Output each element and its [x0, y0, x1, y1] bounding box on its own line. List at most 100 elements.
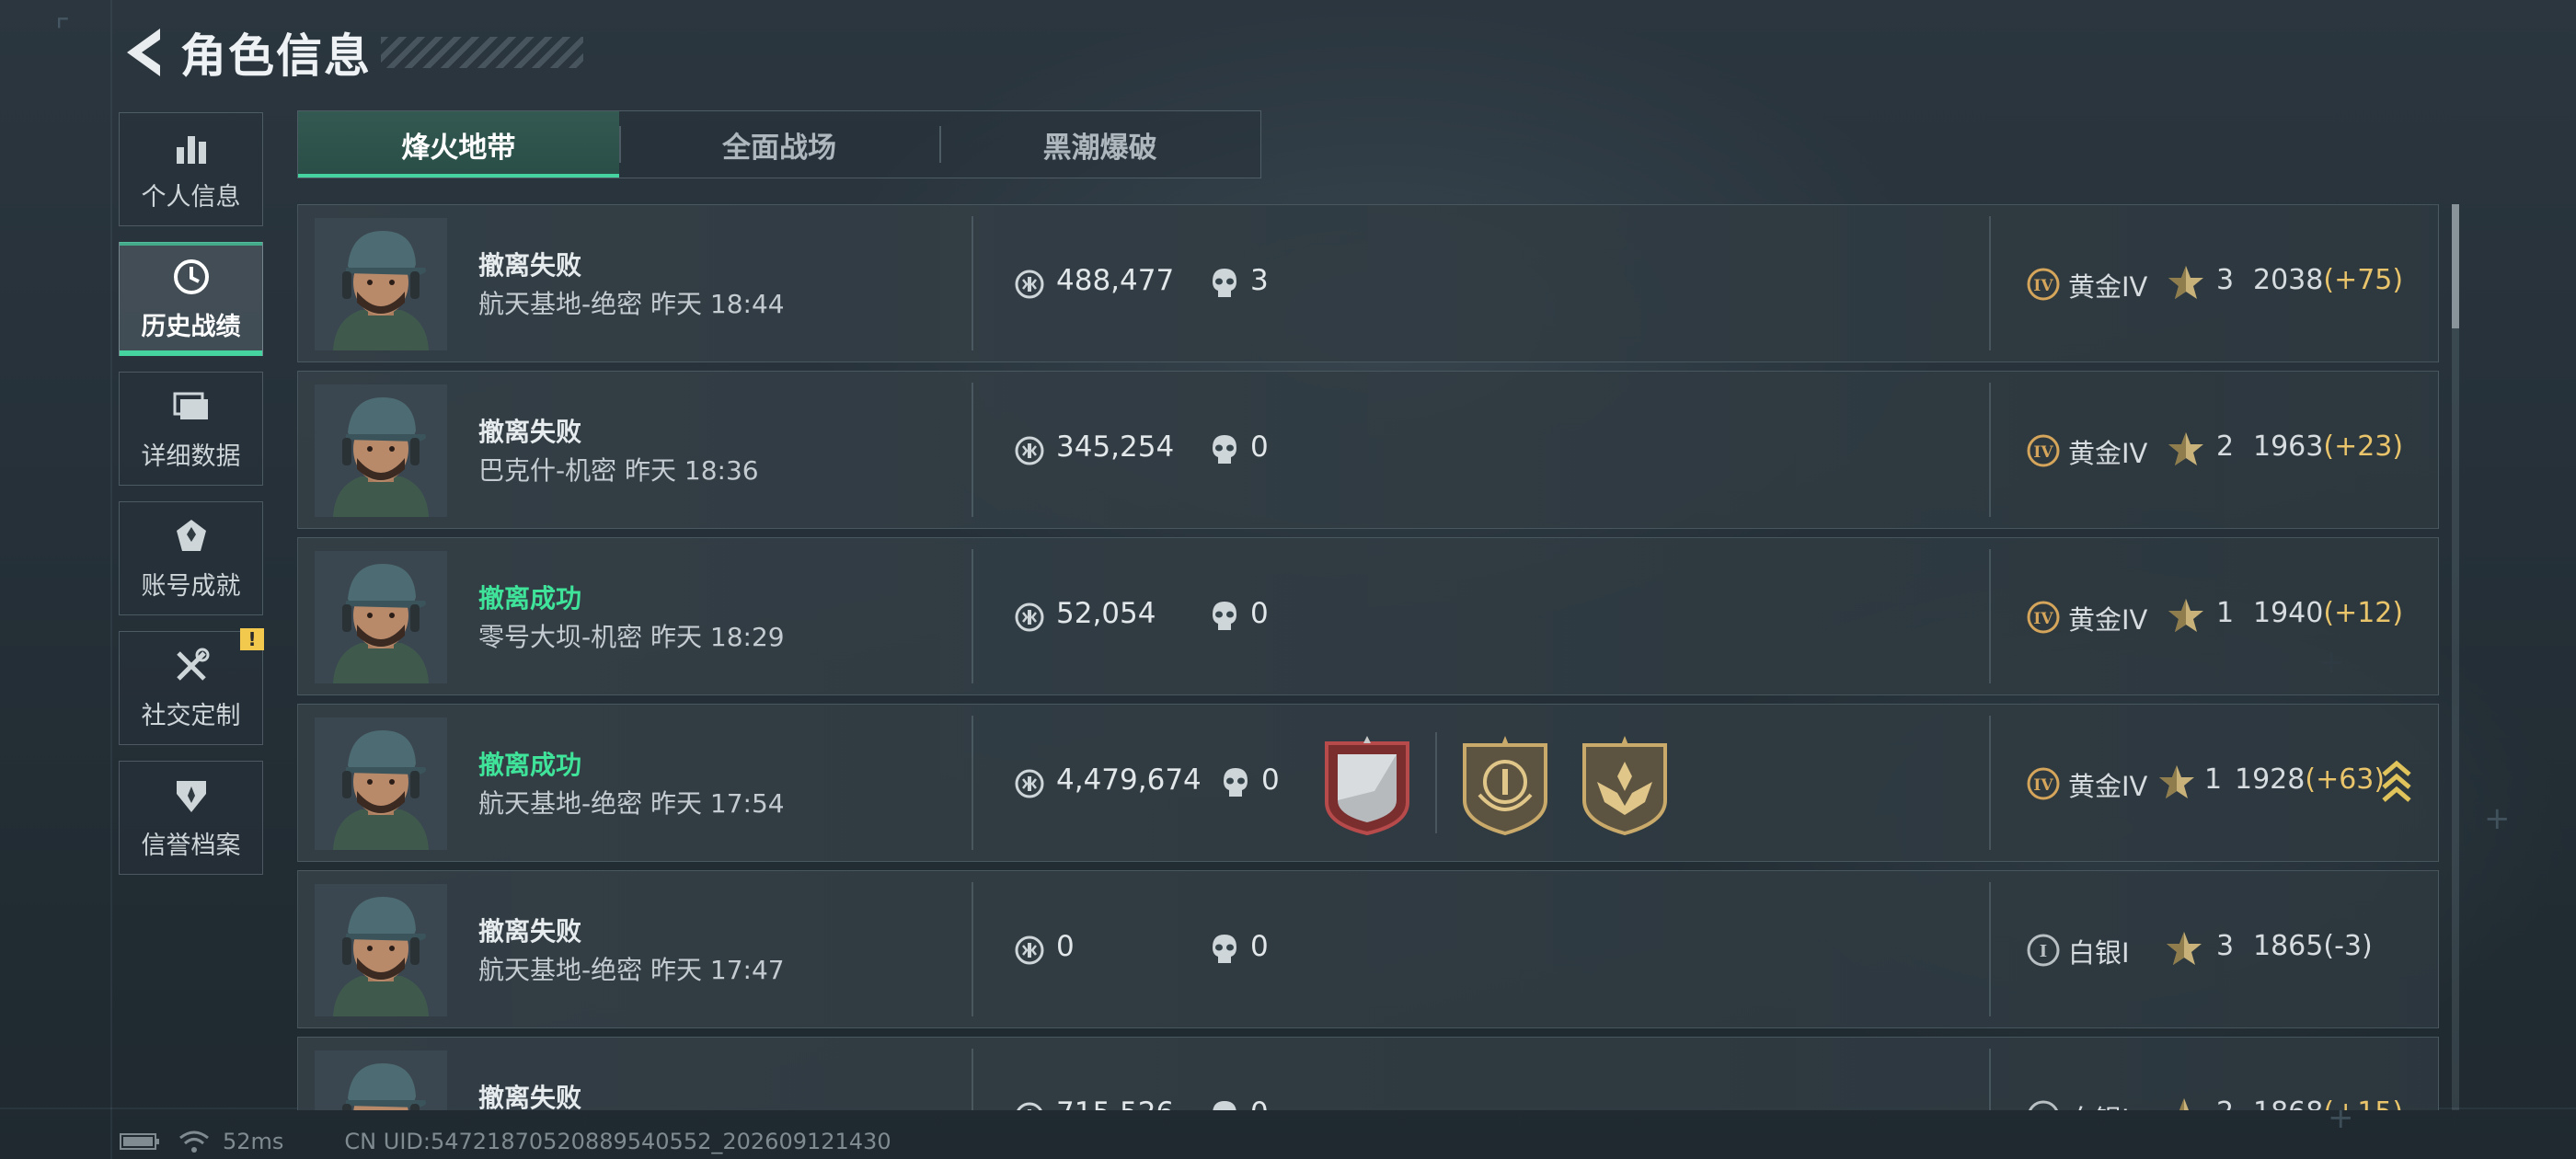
sidebar-item-label: 信誉档案	[141, 831, 241, 860]
history-clock-icon	[173, 258, 209, 294]
row-divider	[1989, 216, 1991, 350]
match-map: 航天基地-绝密	[478, 955, 643, 985]
match-time: 昨天 17:54	[650, 788, 785, 819]
rank-stars: 3	[2216, 264, 2235, 296]
tab-warzone[interactable]: 烽火地带	[298, 111, 619, 178]
score-value: 1868	[2253, 1096, 2323, 1110]
sidebar-nav: 个人信息 历史战绩 详细数据 账号成就 社交定制 ! 信誉档案	[119, 112, 265, 890]
background-grid-line	[110, 0, 112, 1159]
rank-score: 1868(+15)	[2253, 1096, 2403, 1110]
match-time: 昨天 18:44	[650, 289, 785, 319]
match-time: 昨天 18:29	[650, 622, 785, 652]
match-result: 撤离失败	[478, 1083, 582, 1110]
row-divider	[972, 549, 973, 683]
row-divider	[972, 383, 973, 517]
row-divider	[972, 716, 973, 850]
kills-skull-icon	[1209, 267, 1240, 300]
rank-name: 黄金IV	[2068, 438, 2148, 469]
sidebar-item-label: 账号成就	[141, 571, 241, 601]
tab-full-battlefield[interactable]: 全面战场	[618, 111, 940, 178]
gold-emblem-medal-icon[interactable]	[1457, 736, 1553, 837]
match-row[interactable]: 撤离成功 零号大坝-机密 昨天 18:29 52,054 0 黄金IV 1 19…	[297, 537, 2439, 695]
sidebar-item-label: 个人信息	[141, 182, 241, 212]
rank-star-icon	[2158, 763, 2195, 800]
rank-name: 白银I	[2068, 1098, 2130, 1110]
title-decoration	[381, 37, 583, 68]
kill-count: 0	[1261, 763, 1280, 797]
sidebar-item-personal-info[interactable]: 个人信息	[119, 112, 263, 226]
rank-name: 黄金IV	[2068, 604, 2148, 636]
operator-avatar	[315, 717, 447, 850]
match-row[interactable]: 撤离失败 航天基地-绝密 昨天 17:47 0 0 白银I 3 1865(-3)	[297, 870, 2439, 1028]
sidebar-item-match-history[interactable]: 历史战绩	[119, 242, 263, 356]
folders-icon	[173, 392, 208, 419]
rank-star-icon	[2168, 430, 2204, 467]
value-coin-icon	[1014, 1101, 1045, 1110]
list-scrollbar[interactable]	[2452, 204, 2459, 1110]
operator-avatar	[315, 551, 447, 683]
wifi-icon	[179, 1130, 209, 1153]
kills-skull-icon	[1209, 433, 1240, 466]
row-divider	[972, 216, 973, 350]
extracted-value: 0	[1056, 930, 1075, 963]
match-row[interactable]: 撤离失败 巴克什-机密 昨天 18:36 345,254 0 黄金IV 2 19…	[297, 371, 2439, 529]
rank-stars: 2	[2216, 430, 2235, 463]
match-result: 撤离失败	[478, 250, 582, 281]
ping-readout: 52ms	[223, 1129, 284, 1154]
match-row[interactable]: 撤离成功 航天基地-绝密 昨天 17:54 4,479,674 0 黄金IV 1…	[297, 704, 2439, 862]
kills-skull-icon	[1209, 1099, 1240, 1110]
sidebar-item-achievements[interactable]: 账号成就	[119, 501, 263, 615]
rank-stars: 2	[2216, 1096, 2234, 1110]
score-delta: (+12)	[2323, 597, 2404, 629]
rank-star-icon	[2168, 597, 2204, 634]
sidebar-item-label: 详细数据	[141, 442, 241, 471]
rank-score: 1940(+12)	[2253, 597, 2403, 629]
score-delta: (+15)	[2323, 1096, 2403, 1110]
score-value: 1963	[2253, 430, 2324, 463]
match-result: 撤离失败	[478, 916, 582, 947]
gold-wings-medal-icon[interactable]	[1577, 736, 1673, 837]
tab-black-tide[interactable]: 黑潮爆破	[939, 111, 1260, 178]
rank-gold-icon	[2026, 267, 2061, 302]
row-divider	[972, 1049, 973, 1110]
match-map-time: 航天基地-绝密 昨天 17:47	[478, 950, 785, 987]
row-divider	[972, 882, 973, 1016]
value-coin-icon	[1014, 435, 1045, 466]
score-value: 2038	[2253, 264, 2324, 296]
match-result: 撤离失败	[478, 417, 582, 447]
score-delta: (+63)	[2305, 763, 2386, 796]
match-result: 撤离成功	[478, 583, 582, 614]
operator-avatar	[315, 1050, 447, 1110]
row-divider	[1989, 716, 1991, 850]
rank-name: 白银I	[2068, 937, 2130, 969]
tools-icon	[176, 648, 209, 681]
operator-avatar	[315, 218, 447, 350]
match-row[interactable]: 撤离失败 715,526 0 白银I 2 1868(+15)	[297, 1037, 2439, 1110]
rank-score: 1963(+23)	[2253, 430, 2403, 463]
match-history-list[interactable]: 撤离失败 航天基地-绝密 昨天 18:44 488,477 3 黄金IV 3 2…	[297, 204, 2441, 1110]
match-map-time: 巴克什-机密 昨天 18:36	[478, 451, 759, 488]
sidebar-item-reputation[interactable]: 信誉档案	[119, 761, 263, 875]
notification-badge: !	[240, 628, 264, 650]
rank-star-icon	[2166, 1096, 2202, 1110]
rank-gold-icon	[2026, 766, 2061, 801]
match-map-time: 航天基地-绝密 昨天 17:54	[478, 784, 785, 820]
extracted-value: 715,526	[1056, 1096, 1174, 1110]
value-coin-icon	[1014, 269, 1045, 300]
reputation-shield-icon	[176, 780, 206, 812]
row-divider	[1989, 882, 1991, 1016]
match-map: 航天基地-绝密	[478, 289, 643, 319]
rank-score: 1865(-3)	[2253, 930, 2373, 962]
kill-count: 3	[1250, 264, 1269, 297]
red-frame-medal-icon[interactable]	[1319, 736, 1415, 837]
kills-skull-icon	[1209, 600, 1240, 633]
player-uid: CN UID:54721870520889540552_202609121430	[344, 1129, 891, 1154]
match-row[interactable]: 撤离失败 航天基地-绝密 昨天 18:44 488,477 3 黄金IV 3 2…	[297, 204, 2439, 362]
sidebar-item-detailed-data[interactable]: 详细数据	[119, 372, 263, 486]
scrollbar-thumb[interactable]	[2452, 204, 2459, 328]
kill-count: 0	[1250, 1096, 1269, 1110]
extracted-value: 345,254	[1056, 430, 1175, 464]
back-arrow-icon[interactable]	[120, 25, 166, 80]
score-value: 1940	[2253, 597, 2324, 629]
sidebar-item-social-customization[interactable]: 社交定制 !	[119, 628, 264, 745]
